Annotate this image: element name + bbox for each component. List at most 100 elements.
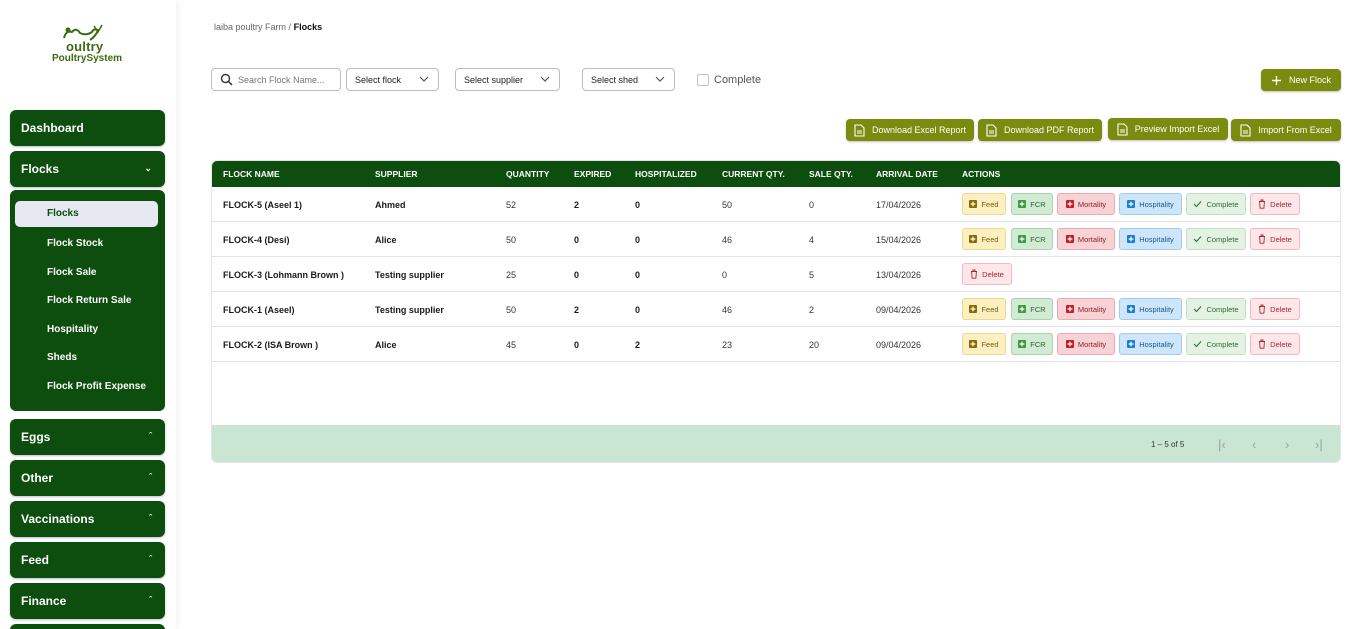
sidebar-item-dashboard[interactable]: Dashboard [10, 110, 165, 146]
hospitality-label: Hospitality [1139, 234, 1174, 244]
feed-button[interactable]: Feed [962, 228, 1006, 250]
sidebar-item-flocks[interactable]: Flocks ⌄ [10, 151, 165, 187]
fcr-button[interactable]: FCR [1011, 193, 1053, 215]
column-header-current-qty[interactable]: CURRENT QTY. [722, 169, 785, 179]
hospitality-button[interactable]: Hospitality [1119, 193, 1182, 215]
sidebar-subitem-flocks[interactable]: Flocks [15, 201, 158, 227]
fcr-button[interactable]: FCR [1011, 333, 1053, 355]
cell-expired: 2 [574, 305, 580, 315]
download-pdf-button[interactable]: Download PDF Report [978, 119, 1102, 141]
table-row[interactable]: FLOCK-3 (Lohmann Brown ) Testing supplie… [212, 257, 1340, 292]
select-shed[interactable]: Select shed [582, 68, 675, 91]
delete-button[interactable]: Delete [1250, 333, 1300, 355]
complete-button[interactable]: Complete [1186, 193, 1246, 215]
sidebar-item-label: Vaccinations [21, 512, 95, 526]
delete-button[interactable]: Delete [1250, 298, 1300, 320]
table-row[interactable]: FLOCK-5 (Aseel 1) Ahmed 52 2 0 50 0 17/0… [212, 187, 1340, 222]
feed-label: Feed [981, 339, 999, 349]
feed-button[interactable]: Feed [962, 333, 1006, 355]
column-header-supplier[interactable]: SUPPLIER [375, 169, 418, 179]
column-header-hospitalized[interactable]: HOSPITALIZED [635, 169, 697, 179]
hospitality-button[interactable]: Hospitality [1119, 333, 1182, 355]
sidebar-subitem-sheds[interactable]: Sheds [47, 352, 77, 363]
delete-button[interactable]: Delete [1250, 228, 1300, 250]
sidebar-item-eggs[interactable]: Eggs ˆ [10, 419, 165, 455]
select-flock[interactable]: Select flock [346, 68, 439, 91]
table-row[interactable]: FLOCK-1 (Aseel) Testing supplier 50 2 0 … [212, 292, 1340, 327]
cell-flock-name: FLOCK-2 (ISA Brown ) [223, 340, 319, 350]
mortality-label: Mortality [1077, 304, 1107, 314]
cell-current-qty: 0 [722, 270, 728, 280]
cell-current-qty: 46 [722, 305, 733, 315]
trash-icon [1258, 304, 1266, 314]
sidebar-item-finance[interactable]: Finance ˆ [10, 583, 165, 619]
last-page-icon[interactable]: ›| [1315, 437, 1323, 452]
import-excel-button[interactable]: Import From Excel [1231, 119, 1341, 141]
trash-icon [970, 269, 978, 279]
chevron-down-icon [655, 76, 665, 82]
fcr-button[interactable]: FCR [1011, 228, 1053, 250]
sidebar-subitem-flock-stock[interactable]: Flock Stock [47, 238, 103, 249]
delete-button[interactable]: Delete [962, 263, 1012, 285]
download-excel-label: Download Excel Report [871, 125, 967, 135]
table-row[interactable]: FLOCK-2 (ISA Brown ) Alice 45 0 2 23 20 … [212, 327, 1340, 362]
sidebar-subitem-flock-sale[interactable]: Flock Sale [47, 267, 96, 278]
next-page-icon[interactable]: › [1285, 437, 1289, 452]
delete-label: Delete [1270, 199, 1292, 209]
cell-quantity: 50 [506, 305, 517, 315]
sidebar-item-vaccinations[interactable]: Vaccinations ˆ [10, 501, 165, 537]
mortality-label: Mortality [1077, 199, 1107, 209]
plus-icon [1271, 75, 1282, 86]
fcr-button[interactable]: FCR [1011, 298, 1053, 320]
download-excel-button[interactable]: Download Excel Report [846, 119, 974, 141]
plus-square-icon [969, 235, 978, 243]
flocks-table: FLOCK NAME SUPPLIER QUANTITY EXPIRED HOS… [211, 160, 1341, 463]
column-header-flock-name[interactable]: FLOCK NAME [223, 169, 280, 179]
sidebar-item-next[interactable] [10, 624, 165, 629]
cell-current-qty: 46 [722, 235, 733, 245]
sidebar-item-feed[interactable]: Feed ˆ [10, 542, 165, 578]
column-header-quantity[interactable]: QUANTITY [506, 169, 549, 179]
mortality-button[interactable]: Mortality [1057, 298, 1115, 320]
new-flock-button[interactable]: New Flock [1261, 69, 1341, 91]
cell-flock-name: FLOCK-5 (Aseel 1) [223, 200, 303, 210]
hospitality-button[interactable]: Hospitality [1119, 228, 1182, 250]
select-supplier[interactable]: Select supplier [455, 68, 560, 91]
table-row[interactable]: FLOCK-4 (Desi) Alice 50 0 0 46 4 15/04/2… [212, 222, 1340, 257]
sidebar-subitem-flock-profit-expense[interactable]: Flock Profit Expense [47, 381, 146, 392]
cell-sale-qty: 20 [809, 340, 820, 350]
plus-square-icon [1018, 235, 1027, 243]
search-input[interactable] [238, 72, 336, 87]
sidebar-subitem-label: Flocks [47, 208, 79, 219]
complete-checkbox[interactable] [697, 74, 709, 86]
column-header-arrival-date[interactable]: ARRIVAL DATE [876, 169, 938, 179]
cell-hospitalized: 0 [635, 235, 641, 245]
complete-button[interactable]: Complete [1186, 333, 1246, 355]
previous-page-icon[interactable]: ‹ [1252, 437, 1256, 452]
plus-square-icon [1018, 305, 1027, 313]
feed-button[interactable]: Feed [962, 193, 1006, 215]
sidebar-subitem-hospitality[interactable]: Hospitality [47, 324, 98, 335]
complete-button[interactable]: Complete [1186, 228, 1246, 250]
hospitality-button[interactable]: Hospitality [1119, 298, 1182, 320]
sidebar-item-other[interactable]: Other ˆ [10, 460, 165, 496]
cell-supplier: Alice [375, 340, 397, 350]
mortality-button[interactable]: Mortality [1057, 228, 1115, 250]
first-page-icon[interactable]: |‹ [1218, 437, 1226, 452]
feed-button[interactable]: Feed [962, 298, 1006, 320]
preview-import-excel-button[interactable]: Preview Import Excel [1108, 118, 1228, 140]
plus-square-icon [1065, 340, 1074, 348]
complete-filter[interactable]: Complete [697, 74, 761, 86]
mortality-button[interactable]: Mortality [1057, 333, 1115, 355]
select-supplier-value: Select supplier [464, 75, 524, 85]
column-header-expired[interactable]: EXPIRED [574, 169, 611, 179]
column-header-sale-qty[interactable]: SALE QTY. [809, 169, 853, 179]
delete-button[interactable]: Delete [1250, 193, 1300, 215]
complete-button[interactable]: Complete [1186, 298, 1246, 320]
sidebar-subitem-flock-return-sale[interactable]: Flock Return Sale [47, 295, 131, 306]
cell-expired: 0 [574, 340, 580, 350]
cell-sale-qty: 0 [809, 200, 815, 210]
mortality-button[interactable]: Mortality [1057, 193, 1115, 215]
cell-hospitalized: 0 [635, 200, 641, 210]
breadcrumb-farm[interactable]: laiba poultry Farm [214, 22, 286, 32]
